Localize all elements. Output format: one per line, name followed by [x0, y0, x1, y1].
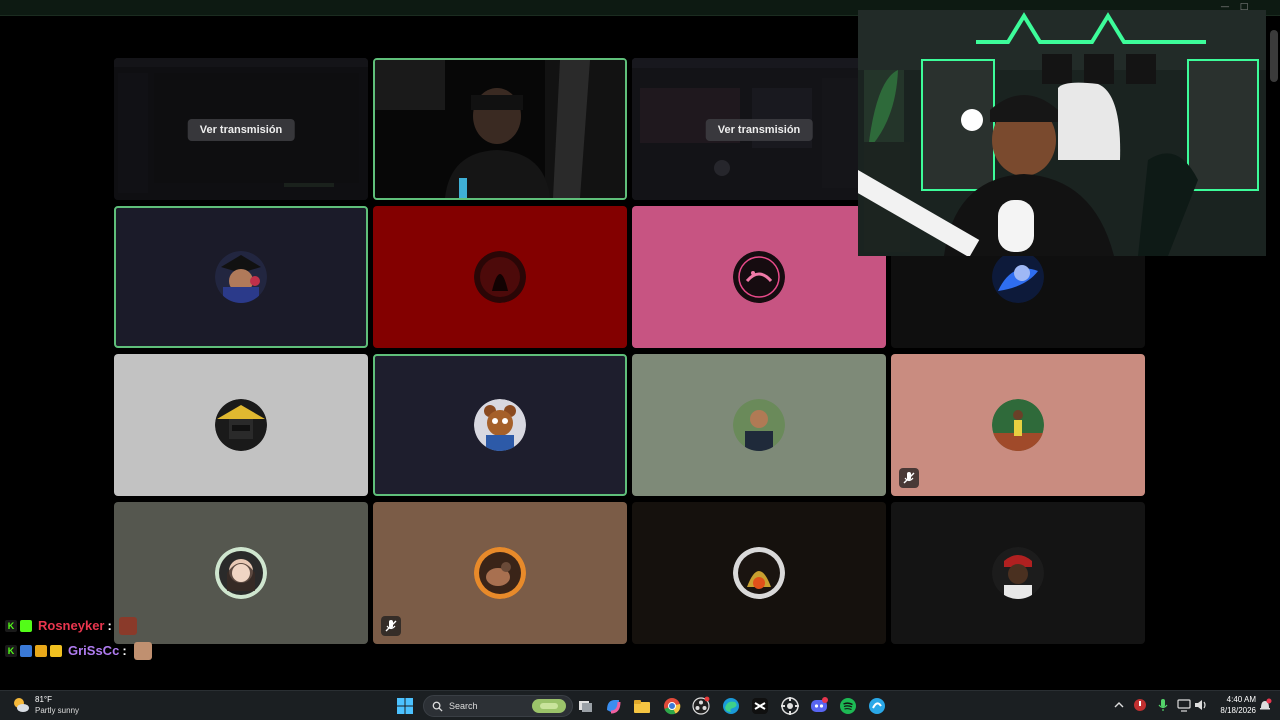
participant-tile-screen-share[interactable]: Ver transmisión	[632, 58, 886, 200]
system-clock[interactable]: 4:40 AM 8/18/2026	[1212, 694, 1256, 716]
taskbar-search-box[interactable]: Search	[423, 695, 573, 717]
emote-icon	[118, 616, 137, 635]
participant-tile-screen-share[interactable]: Ver transmisión	[114, 58, 368, 200]
search-highlight-icon	[532, 699, 566, 713]
participant-tile[interactable]	[373, 354, 627, 496]
chat-username[interactable]: Rosneyker	[38, 618, 104, 633]
participant-tile[interactable]	[632, 206, 886, 348]
participant-tile[interactable]	[632, 354, 886, 496]
participant-avatar	[215, 251, 267, 303]
search-icon	[432, 701, 443, 712]
chevron-up-icon[interactable]	[1113, 697, 1125, 718]
participant-avatar	[474, 399, 526, 451]
network-icon[interactable]	[1176, 697, 1192, 718]
task-view-icon[interactable]	[575, 696, 595, 716]
participant-avatar	[733, 251, 785, 303]
chat-colon: :	[122, 643, 127, 658]
participant-avatar	[992, 251, 1044, 303]
emote-icon	[133, 641, 152, 660]
participant-avatar	[733, 547, 785, 599]
participant-tile[interactable]	[114, 502, 368, 644]
participant-avatar	[474, 251, 526, 303]
participant-avatar	[992, 399, 1044, 451]
tray-app-icon[interactable]	[1132, 697, 1148, 718]
obs-icon[interactable]	[691, 696, 711, 716]
participant-tile[interactable]	[891, 502, 1145, 644]
participant-avatar	[992, 547, 1044, 599]
participant-tile[interactable]	[632, 502, 886, 644]
participant-avatar	[733, 399, 785, 451]
stream-chat-overlay: K Rosneyker : K GriSsCc :	[5, 613, 152, 663]
windows-start-icon[interactable]	[395, 696, 415, 716]
participant-tile[interactable]	[114, 354, 368, 496]
participant-tile[interactable]	[373, 502, 627, 644]
crown-badge-icon	[50, 644, 62, 657]
kick-badge-icon: K	[5, 619, 17, 632]
chat-message: K GriSsCc :	[5, 638, 152, 663]
verified-badge-icon	[20, 619, 32, 632]
notification-bell-icon[interactable]	[1258, 697, 1272, 718]
volume-icon[interactable]	[1193, 697, 1209, 718]
clock-time: 4:40 AM	[1226, 695, 1256, 704]
watch-stream-button[interactable]: Ver transmisión	[187, 119, 295, 141]
edge-icon[interactable]	[721, 696, 741, 716]
weather-temperature: 81°F	[35, 695, 52, 704]
participant-tile[interactable]	[891, 354, 1145, 496]
participant-tile[interactable]	[373, 206, 627, 348]
steam-icon[interactable]	[780, 696, 800, 716]
chat-message: K Rosneyker :	[5, 613, 152, 638]
microphone-icon[interactable]	[1156, 697, 1170, 718]
spotify-icon[interactable]	[838, 696, 858, 716]
kick-badge-icon: K	[5, 644, 17, 657]
capcut-icon[interactable]	[750, 696, 770, 716]
partly-sunny-icon	[14, 698, 29, 712]
windows-taskbar: 81°F Partly sunny Search 4:40 AM 8/18/20…	[0, 690, 1280, 720]
participant-avatar	[215, 547, 267, 599]
participant-tile[interactable]	[114, 206, 368, 348]
chat-username[interactable]: GriSsCc	[68, 643, 119, 658]
participant-avatar	[474, 547, 526, 599]
clock-date: 8/18/2026	[1220, 706, 1256, 715]
chrome-icon[interactable]	[662, 696, 682, 716]
app-icon[interactable]	[867, 696, 887, 716]
streamer-webcam-overlay	[858, 10, 1266, 256]
participant-tile-camera[interactable]	[373, 58, 627, 200]
weather-condition: Partly sunny	[35, 706, 80, 715]
gift-badge-icon	[35, 644, 47, 657]
file-explorer-icon[interactable]	[632, 696, 652, 716]
vertical-scrollbar[interactable]	[1270, 30, 1278, 82]
search-label: Search	[449, 701, 478, 711]
chat-colon: :	[107, 618, 112, 633]
participant-camera-feed	[375, 60, 625, 198]
copilot-icon[interactable]	[603, 696, 623, 716]
mic-off-icon	[899, 468, 919, 488]
participant-avatar	[215, 399, 267, 451]
subscriber-badge-icon	[20, 644, 32, 657]
watch-stream-button[interactable]: Ver transmisión	[705, 119, 813, 141]
discord-icon[interactable]	[809, 696, 829, 716]
weather-widget[interactable]: 81°F Partly sunny	[12, 694, 79, 716]
mic-off-icon	[381, 616, 401, 636]
